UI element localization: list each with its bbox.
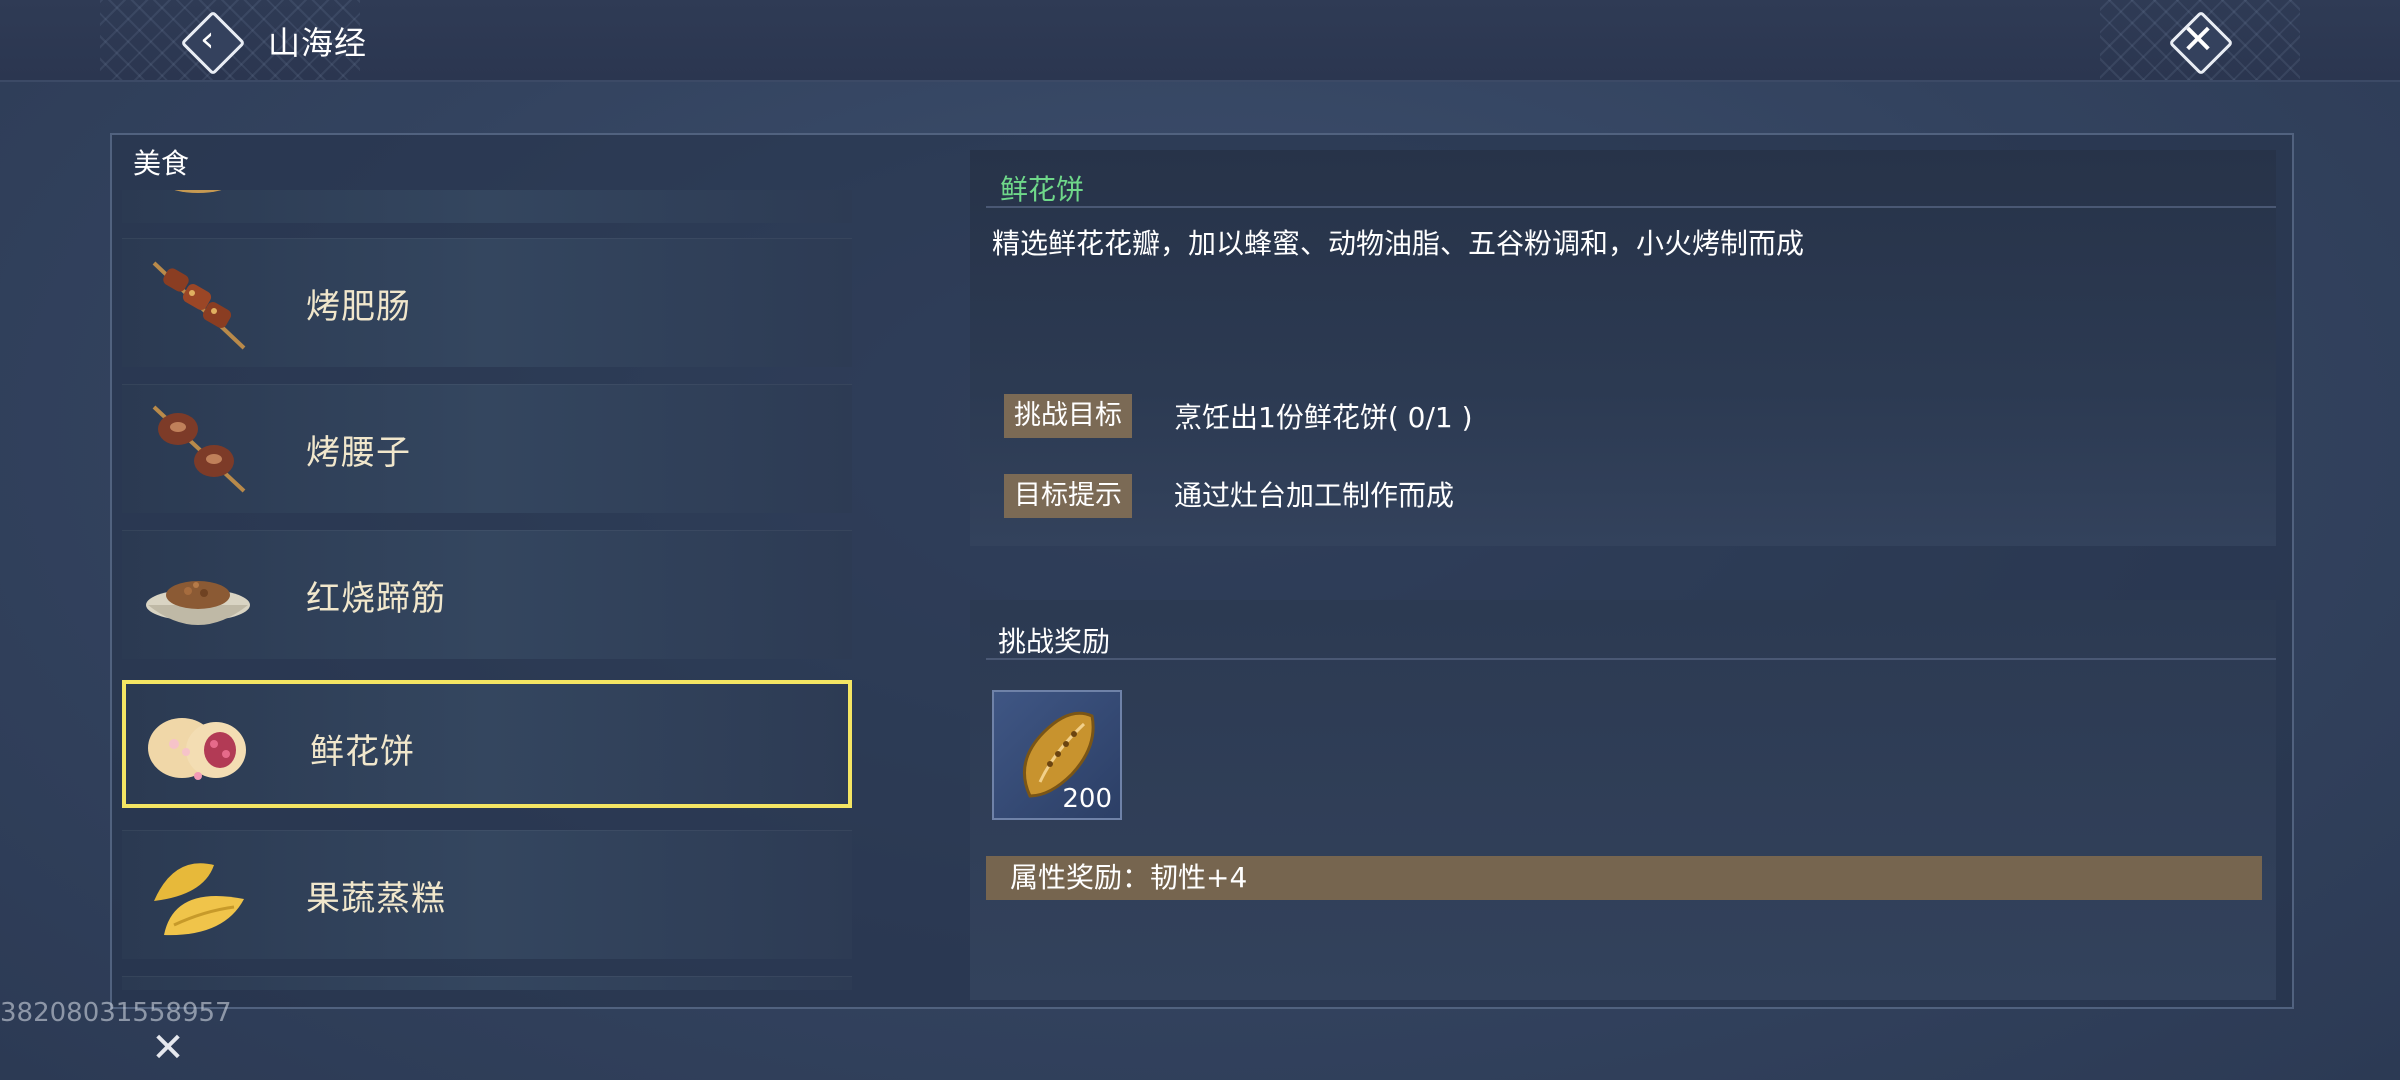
hint-text: 通过灶台加工制作而成 <box>1174 479 1455 512</box>
page-title: 山海经 <box>268 24 368 62</box>
reward-item-count: 200 <box>1062 784 1112 814</box>
divider <box>986 658 2276 660</box>
close-icon[interactable]: ✕ <box>142 1022 194 1074</box>
grilled-kidney-skewer-icon <box>152 405 246 493</box>
top-bar: ‹ 山海经 ✕ <box>0 0 2400 82</box>
reward-title: 挑战奖励 <box>998 625 1111 658</box>
list-item[interactable]: 果蔬蒸糕 <box>122 830 852 959</box>
flower-cake-icon <box>148 718 246 780</box>
reward-panel: 挑战奖励 200 属性奖励：韧性+4 <box>970 600 2276 1000</box>
list-item-label: 果蔬蒸糕 <box>306 879 446 919</box>
category-label: 美食 <box>133 147 190 180</box>
divider <box>986 206 2276 208</box>
list-item-label: 烤腰子 <box>306 433 411 473</box>
food-list[interactable]: 烤肥肠 烤腰子 红烧蹄筋 鲜花饼 果蔬蒸糕 <box>122 190 854 990</box>
close-button[interactable]: ✕ <box>2164 6 2234 76</box>
list-item-partial[interactable] <box>122 976 852 990</box>
goal-tag: 挑战目标 <box>1004 394 1132 438</box>
list-item-selected[interactable]: 鲜花饼 <box>122 680 852 808</box>
back-arrow-glyph: ‹ <box>200 19 215 60</box>
steamed-dumpling-icon <box>154 863 244 936</box>
list-item-partial[interactable] <box>122 190 852 223</box>
back-button[interactable]: ‹ <box>178 8 246 76</box>
user-id-watermark: 38208031558957 <box>0 998 232 1028</box>
detail-panel: 鲜花饼 精选鲜花花瓣，加以蜂蜜、动物油脂、五谷粉调和，小火烤制而成 挑战目标 烹… <box>970 150 2276 546</box>
list-item-label: 红烧蹄筋 <box>306 579 446 619</box>
attribute-reward: 属性奖励：韧性+4 <box>986 856 2262 900</box>
hint-tag: 目标提示 <box>1004 474 1132 518</box>
list-item[interactable]: 烤腰子 <box>122 384 852 513</box>
list-item-label: 烤肥肠 <box>306 287 411 327</box>
list-item[interactable]: 红烧蹄筋 <box>122 530 852 659</box>
list-item-label: 鲜花饼 <box>310 732 415 772</box>
close-x-glyph: ✕ <box>2181 17 2215 63</box>
list-item[interactable]: 烤肥肠 <box>122 238 852 367</box>
grilled-intestine-skewer-icon <box>152 261 246 350</box>
braised-tendon-bowl-icon <box>146 581 250 625</box>
detail-description: 精选鲜花花瓣，加以蜂蜜、动物油脂、五谷粉调和，小火烤制而成 <box>992 227 1805 260</box>
goal-text: 烹饪出1份鲜花饼( 0/1 ) <box>1174 401 1473 434</box>
reward-item-slot[interactable]: 200 <box>992 690 1122 820</box>
detail-title: 鲜花饼 <box>1000 173 1085 206</box>
